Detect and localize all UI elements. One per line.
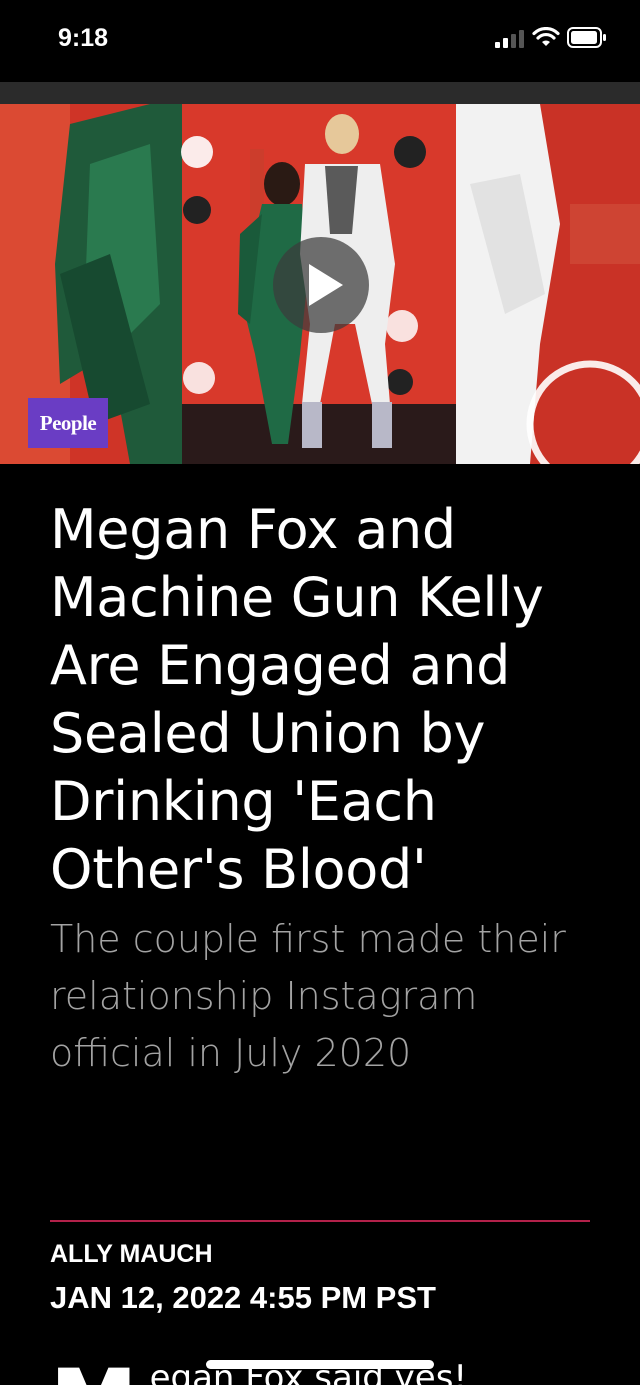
video-player[interactable]: People <box>0 104 640 464</box>
battery-icon <box>567 27 606 48</box>
play-icon <box>309 264 343 306</box>
cellular-signal-icon <box>495 30 524 48</box>
publish-date: JAN 12, 2022 4:55 PM PST <box>50 1280 436 1315</box>
drop-cap: M <box>50 1358 138 1385</box>
people-logo: People <box>28 398 108 448</box>
author-byline[interactable]: ALLY MAUCH <box>50 1240 213 1269</box>
play-button[interactable] <box>273 237 369 333</box>
article-subheadline: The couple first made their relationship… <box>50 917 566 1075</box>
article-headline: Megan Fox and Machine Gun Kelly Are Enga… <box>50 498 544 901</box>
status-time: 9:18 <box>58 24 109 52</box>
status-bar: 9:18 <box>0 0 640 82</box>
divider <box>50 1220 590 1222</box>
top-strip <box>0 82 640 104</box>
home-indicator[interactable] <box>206 1360 434 1369</box>
wifi-icon <box>532 27 560 46</box>
